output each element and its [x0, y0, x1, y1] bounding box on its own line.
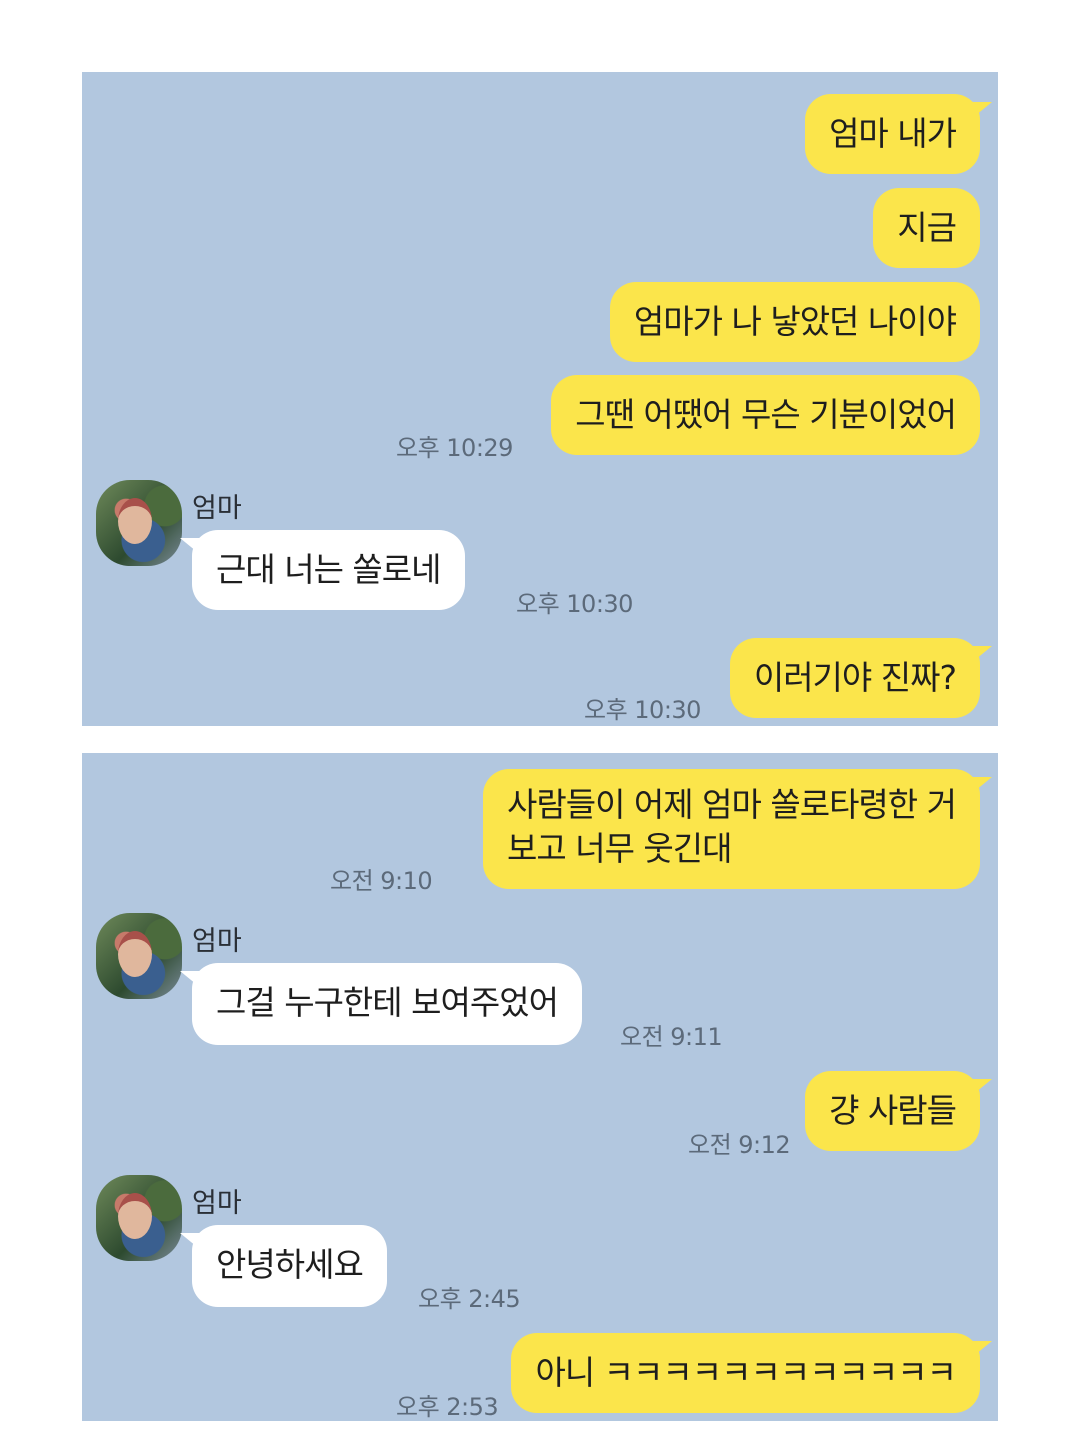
- avatar-face-icon: [118, 1193, 152, 1239]
- sent-message[interactable]: 아니 ㅋㅋㅋㅋㅋㅋㅋㅋㅋㅋㅋㅋ: [511, 1333, 992, 1413]
- message-line: 사람들이 어제 엄마 쏠로타령한 거: [507, 785, 957, 824]
- sent-message[interactable]: 엄마 내가: [805, 94, 992, 174]
- message-timestamp: 오전 9:12: [688, 1131, 791, 1159]
- message-timestamp: 오후 10:29: [396, 434, 513, 462]
- message-timestamp: 오전 9:11: [620, 1023, 723, 1051]
- contact-name: 엄마: [192, 1188, 242, 1219]
- received-message[interactable]: 안녕하세요: [180, 1225, 387, 1307]
- message-timestamp: 오후 10:30: [584, 696, 701, 724]
- message-timestamp: 오전 9:10: [330, 867, 433, 895]
- sent-message[interactable]: 지금: [873, 188, 980, 268]
- sent-message[interactable]: 사람들이 어제 엄마 쏠로타령한 거 보고 너무 웃긴대: [483, 769, 992, 889]
- contact-avatar[interactable]: [96, 913, 182, 999]
- contact-name: 엄마: [192, 926, 242, 957]
- message-line: 보고 너무 웃긴대: [507, 829, 733, 868]
- received-message[interactable]: 그걸 누구한테 보여주었어: [180, 963, 582, 1045]
- chat-screenshot-1: 엄마 내가 지금 엄마가 나 낳았던 나이야 그땐 어땠어 무슨 기분이었어 오…: [82, 72, 998, 726]
- sent-message[interactable]: 이러기야 진짜?: [729, 638, 993, 718]
- contact-avatar[interactable]: [96, 480, 182, 566]
- message-timestamp: 오후 2:53: [396, 1393, 499, 1421]
- avatar-face-icon: [118, 931, 152, 977]
- sent-message[interactable]: 엄마가 나 낳았던 나이야: [609, 282, 980, 362]
- message-timestamp: 오후 10:30: [516, 590, 633, 618]
- message-timestamp: 오후 2:45: [418, 1285, 521, 1313]
- avatar-face-icon: [118, 498, 152, 544]
- contact-avatar[interactable]: [96, 1175, 182, 1261]
- received-message[interactable]: 근대 너는 쏠로네: [180, 530, 465, 610]
- sent-message[interactable]: 걍 사람들: [805, 1071, 992, 1151]
- chat-screenshot-2: 사람들이 어제 엄마 쏠로타령한 거 보고 너무 웃긴대 오전 9:10 엄마 …: [82, 753, 998, 1421]
- sent-message[interactable]: 그땐 어땠어 무슨 기분이었어: [551, 375, 980, 455]
- contact-name: 엄마: [192, 493, 242, 524]
